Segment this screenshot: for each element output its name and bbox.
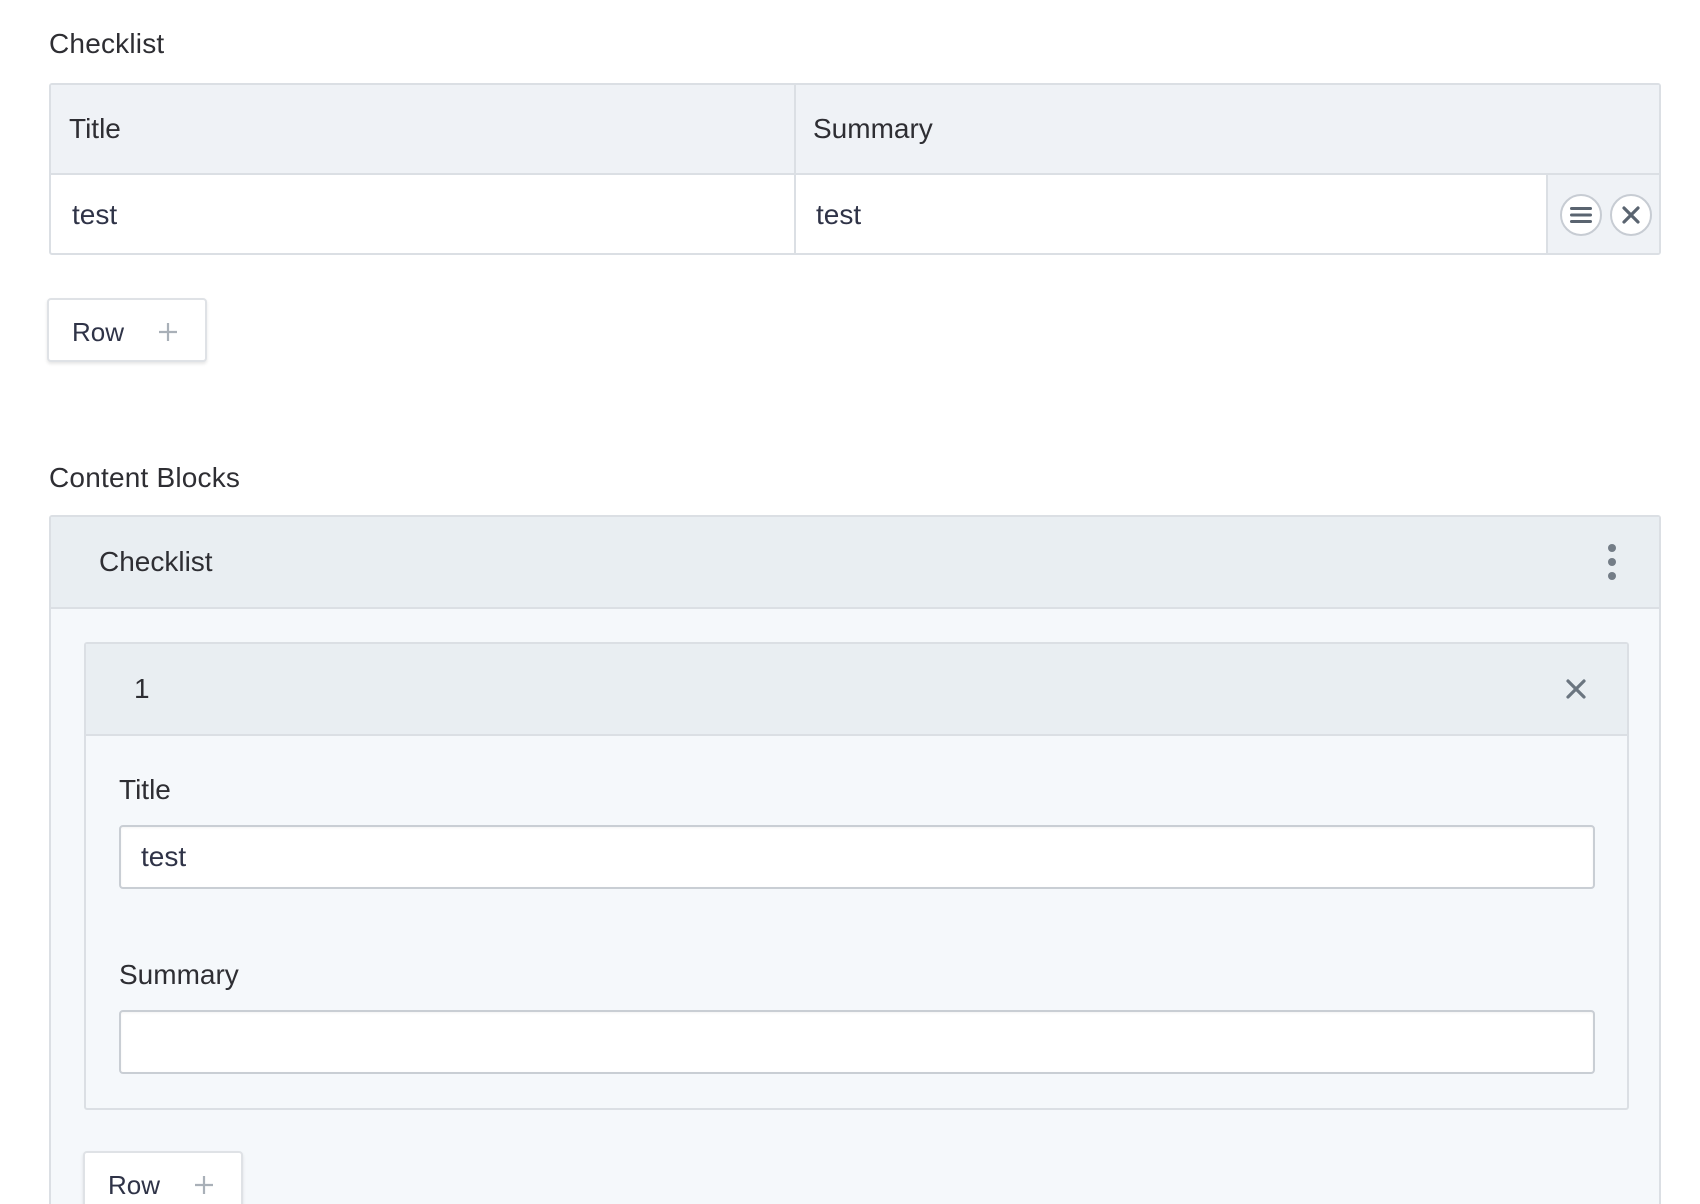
page: Checklist Title Summary test test Row Co… <box>0 0 1700 1204</box>
plus-icon <box>159 323 177 341</box>
content-block-header[interactable]: Checklist <box>51 517 1659 609</box>
add-block-row-label: Row <box>108 1170 161 1200</box>
table-row: test test <box>51 175 1659 253</box>
content-block: Checklist 1 Title Summary Row <box>49 515 1661 1204</box>
content-blocks-section-label: Content Blocks <box>49 462 241 493</box>
item-number: 1 <box>134 673 150 704</box>
checklist-item: 1 Title Summary <box>84 642 1629 1110</box>
summary-input[interactable] <box>119 1010 1595 1074</box>
add-row-button[interactable]: Row <box>47 298 207 362</box>
summary-field-label: Summary <box>119 959 239 990</box>
content-block-title: Checklist <box>99 546 213 577</box>
add-row-label: Row <box>72 317 125 347</box>
cell-title[interactable]: test <box>51 175 796 253</box>
title-field-label: Title <box>119 774 171 805</box>
title-input[interactable] <box>119 825 1595 889</box>
row-menu-button[interactable] <box>1560 194 1602 236</box>
row-actions <box>1548 175 1659 253</box>
column-header-title: Title <box>51 85 796 173</box>
add-block-row-button[interactable]: Row <box>83 1151 243 1204</box>
more-vertical-icon[interactable] <box>1605 543 1619 581</box>
checklist-item-header[interactable]: 1 <box>86 644 1627 736</box>
row-remove-button[interactable] <box>1610 194 1652 236</box>
checklist-table: Title Summary test test <box>49 83 1661 255</box>
close-icon[interactable] <box>1563 676 1589 702</box>
table-header: Title Summary <box>51 85 1659 175</box>
menu-icon <box>1570 207 1592 223</box>
checklist-section-label: Checklist <box>49 28 165 59</box>
cell-summary[interactable]: test <box>796 175 1548 253</box>
plus-icon <box>195 1176 213 1194</box>
close-icon <box>1622 206 1640 224</box>
column-header-summary: Summary <box>813 113 933 144</box>
